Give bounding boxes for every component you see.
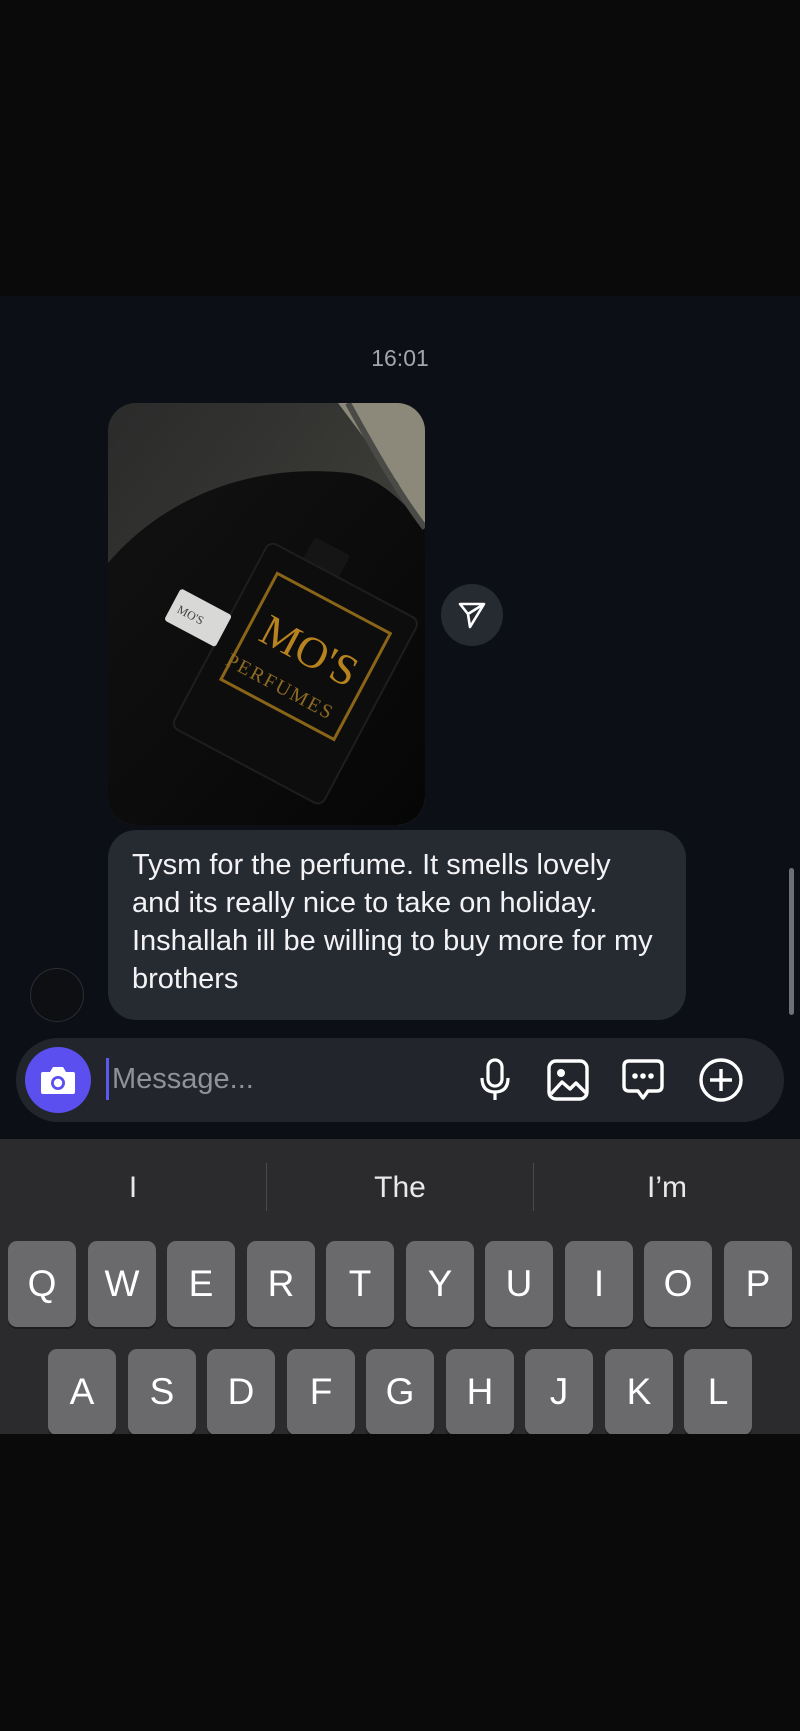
key-f[interactable]: F (287, 1349, 355, 1434)
sticker-button[interactable] (620, 1057, 666, 1103)
text-cursor (106, 1058, 109, 1100)
share-button[interactable] (441, 584, 503, 646)
gallery-button[interactable] (545, 1057, 591, 1103)
send-icon (458, 602, 486, 629)
message-timestamp: 16:01 (371, 345, 429, 371)
plus-circle-icon (699, 1058, 743, 1102)
key-e[interactable]: E (167, 1241, 235, 1327)
microphone-button[interactable] (472, 1057, 518, 1103)
key-r[interactable]: R (247, 1241, 315, 1327)
key-h[interactable]: H (446, 1349, 514, 1434)
suggestion-bar: I The I’m (0, 1139, 800, 1235)
key-t[interactable]: T (326, 1241, 394, 1327)
key-l[interactable]: L (684, 1349, 752, 1434)
camera-icon (41, 1067, 75, 1094)
key-i[interactable]: I (565, 1241, 633, 1327)
suggestion-item[interactable]: I’m (534, 1163, 800, 1213)
microphone-icon (480, 1058, 510, 1100)
key-k[interactable]: K (605, 1349, 673, 1434)
photo-message[interactable]: MO'S PERFUMES MO'S (108, 403, 425, 825)
text-message[interactable]: Tysm for the perfume. It smells lovely a… (108, 830, 686, 1020)
suggestion-item[interactable]: I (0, 1163, 266, 1213)
sticker-icon (622, 1059, 664, 1100)
key-d[interactable]: D (207, 1349, 275, 1434)
camera-button[interactable] (25, 1047, 91, 1113)
key-a[interactable]: A (48, 1349, 116, 1434)
key-p[interactable]: P (724, 1241, 792, 1327)
key-s[interactable]: S (128, 1349, 196, 1434)
key-y[interactable]: Y (406, 1241, 474, 1327)
top-blank-area (0, 0, 800, 296)
key-g[interactable]: G (366, 1349, 434, 1434)
key-w[interactable]: W (88, 1241, 156, 1327)
message-input[interactable] (112, 1055, 442, 1103)
suggestion-item[interactable]: The (267, 1163, 533, 1213)
gallery-icon (547, 1059, 589, 1101)
keyboard: I The I’m Q W E R T Y U I O P A S D F G … (0, 1139, 800, 1434)
scrollbar[interactable] (789, 868, 794, 1015)
key-q[interactable]: Q (8, 1241, 76, 1327)
bottom-blank-area (0, 1434, 800, 1731)
key-u[interactable]: U (485, 1241, 553, 1327)
message-composer (16, 1038, 784, 1122)
sender-avatar[interactable] (30, 968, 84, 1022)
add-button[interactable] (698, 1057, 744, 1103)
key-o[interactable]: O (644, 1241, 712, 1327)
perfume-photo: MO'S PERFUMES MO'S (108, 403, 425, 825)
key-j[interactable]: J (525, 1349, 593, 1434)
